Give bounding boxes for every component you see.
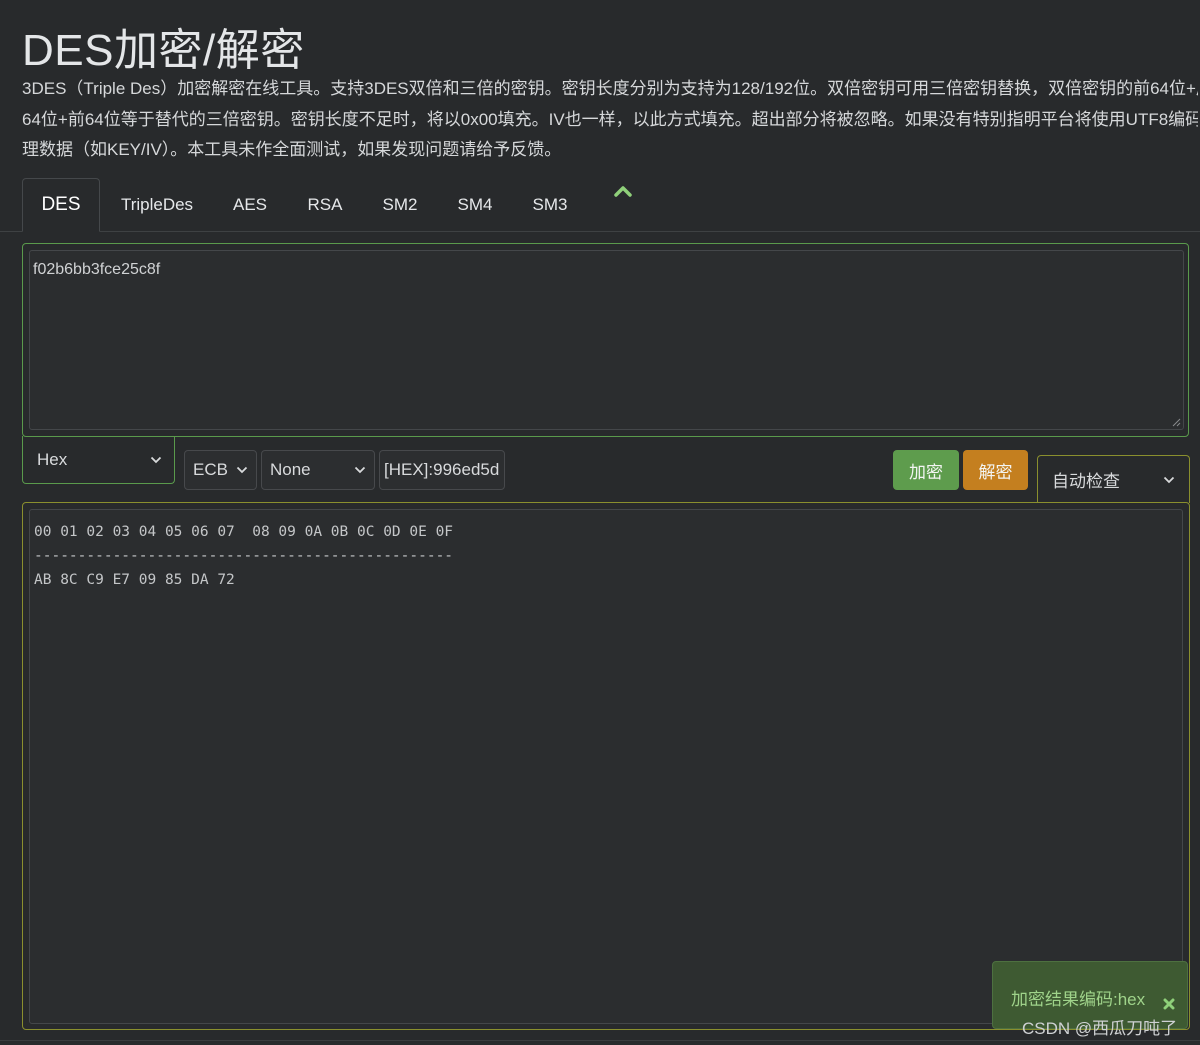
chevron-down-icon (150, 456, 162, 463)
des-tool-page: DES加密/解密 3DES（Triple Des）加密解密在线工具。支持3DES… (0, 0, 1200, 1045)
bottom-divider (0, 1040, 1200, 1041)
mode-select[interactable]: ECB (184, 450, 257, 490)
page-description: 3DES（Triple Des）加密解密在线工具。支持3DES双倍和三倍的密钥。… (22, 74, 1198, 166)
hex-header: 00 01 02 03 04 05 06 07 08 09 0A 0B 0C 0… (34, 524, 454, 540)
chevron-down-icon (1163, 476, 1175, 483)
close-icon[interactable] (1163, 998, 1175, 1010)
chevron-up-icon[interactable] (612, 182, 634, 200)
key-input[interactable]: [HEX]:996ed5d (379, 450, 505, 490)
tab-tripledes[interactable]: TripleDes (110, 178, 204, 232)
tab-des[interactable]: DES (22, 178, 100, 232)
description-line: 理数据（如KEY/IV）。本工具未作全面测试，如果发现问题请给予反馈。 (22, 140, 562, 159)
key-value: [HEX]:996ed5d (384, 460, 500, 479)
tab-sm3[interactable]: SM3 (518, 178, 582, 232)
hex-separator: ----------------------------------------… (34, 548, 454, 564)
toast-message: 加密结果编码:hex (1011, 990, 1146, 1009)
tab-sm2[interactable]: SM2 (368, 178, 432, 232)
mode-value: ECB (193, 460, 228, 479)
chevron-down-icon (354, 466, 366, 474)
input-format-select[interactable]: Hex (22, 436, 175, 484)
chevron-down-icon (236, 466, 248, 474)
padding-select[interactable]: None (261, 450, 375, 490)
output-textarea[interactable]: 00 01 02 03 04 05 06 07 08 09 0A 0B 0C 0… (29, 509, 1183, 1024)
encrypt-button[interactable]: 加密 (893, 450, 959, 490)
output-format-value: 自动检查 (1052, 472, 1120, 491)
decrypt-button[interactable]: 解密 (963, 450, 1028, 490)
description-line: 64位+前64位等于替代的三倍密钥。密钥长度不足时，将以0x00填充。IV也一样… (22, 109, 1198, 129)
hex-row: AB 8C C9 E7 09 85 DA 72 (34, 572, 235, 588)
input-format-value: Hex (37, 449, 68, 469)
padding-value: None (270, 460, 311, 479)
tab-sm4[interactable]: SM4 (443, 178, 507, 232)
resize-grip-icon[interactable] (1172, 418, 1181, 427)
page-title: DES加密/解密 (22, 26, 305, 75)
input-textarea[interactable]: f02b6bb3fce25c8f (29, 250, 1184, 430)
tab-rsa[interactable]: RSA (293, 178, 357, 232)
tab-aes[interactable]: AES (218, 178, 282, 232)
output-format-select[interactable]: 自动检查 (1037, 455, 1190, 503)
watermark-text: CSDN @西瓜刀吨了 (1022, 1019, 1178, 1038)
description-line: 3DES（Triple Des）加密解密在线工具。支持3DES双倍和三倍的密钥。… (22, 79, 1198, 98)
algorithm-tabs: DES TripleDes AES RSA SM2 SM4 SM3 (0, 178, 1200, 232)
